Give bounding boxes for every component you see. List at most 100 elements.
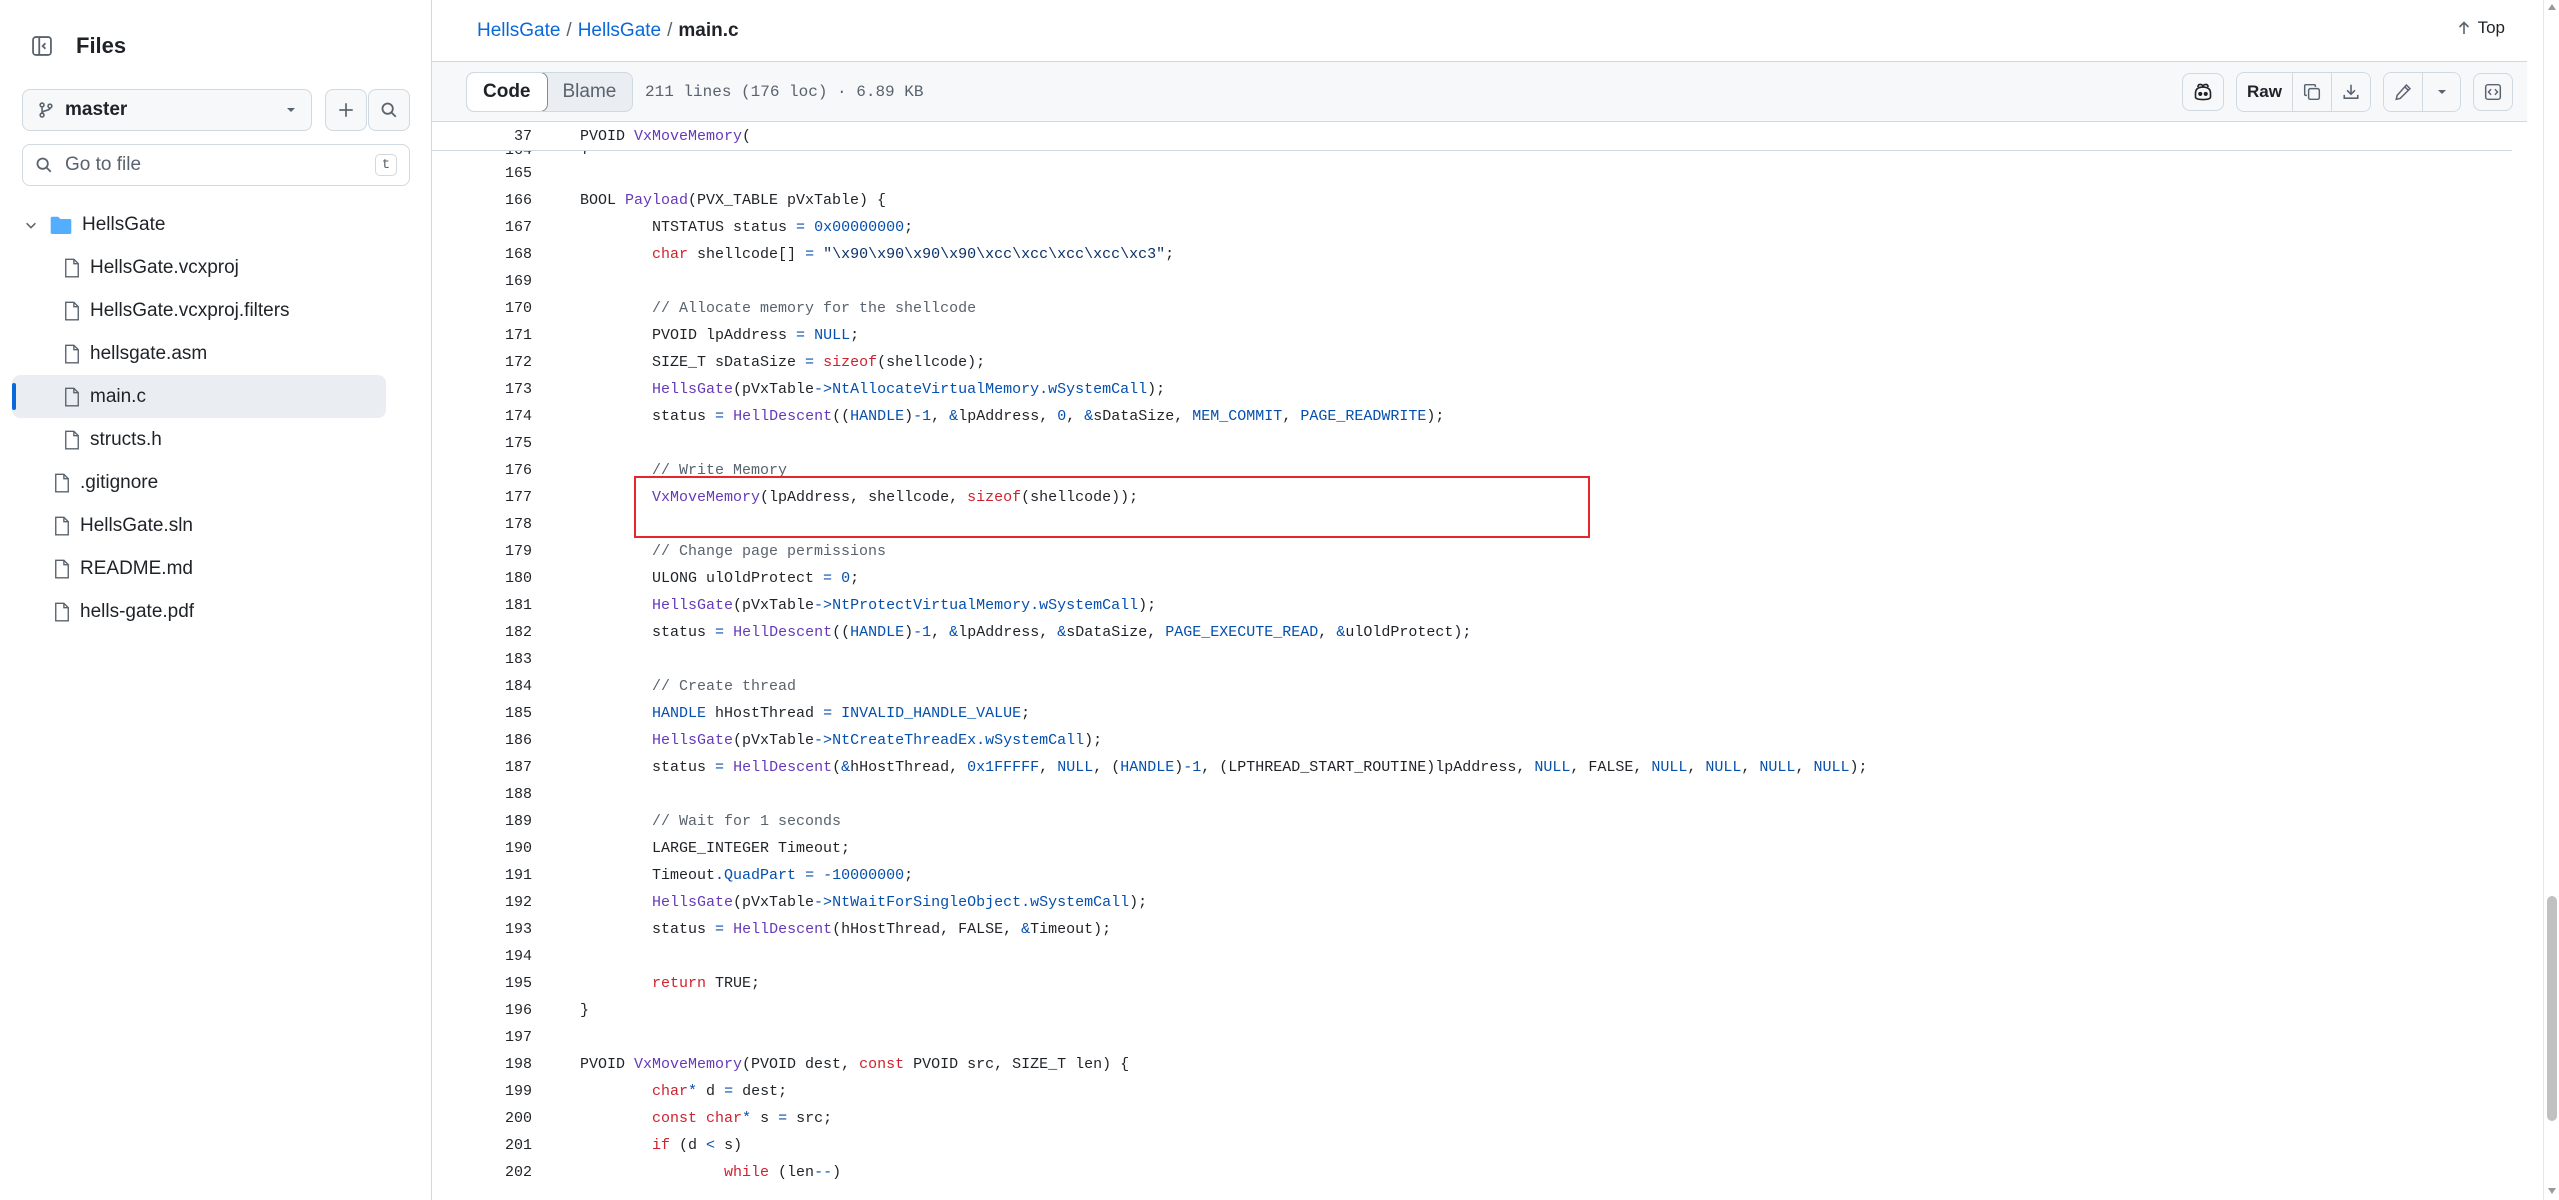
code-line: 180 ULONG ulOldProtect = 0; bbox=[432, 565, 2512, 592]
tree-item-file[interactable]: HellsGate.sln bbox=[0, 504, 432, 547]
line-number[interactable]: 170 bbox=[432, 300, 532, 317]
code-line: 175 bbox=[432, 430, 2512, 457]
add-file-button[interactable] bbox=[325, 89, 367, 131]
tree-item-label: HellsGate.sln bbox=[80, 514, 193, 536]
code-line: 176 // Write Memory bbox=[432, 457, 2512, 484]
line-number[interactable]: 175 bbox=[432, 435, 532, 452]
tree-item-file[interactable]: .gitignore bbox=[0, 461, 432, 504]
scroll-down-arrow-icon[interactable] bbox=[2548, 1188, 2556, 1194]
line-number[interactable]: 178 bbox=[432, 516, 532, 533]
line-number[interactable]: 189 bbox=[432, 813, 532, 830]
line-number[interactable]: 194 bbox=[432, 948, 532, 965]
line-number[interactable]: 174 bbox=[432, 408, 532, 425]
code-line: 191 Timeout.QuadPart = -10000000; bbox=[432, 862, 2512, 889]
line-number[interactable]: 195 bbox=[432, 975, 532, 992]
tree-item-label: README.md bbox=[80, 557, 193, 579]
line-number[interactable]: 168 bbox=[432, 246, 532, 263]
line-number[interactable]: 197 bbox=[432, 1029, 532, 1046]
tree-item-label: hellsgate.asm bbox=[90, 342, 208, 364]
line-number[interactable]: 200 bbox=[432, 1110, 532, 1127]
line-number[interactable]: 172 bbox=[432, 354, 532, 371]
file-toolbar: Code Blame 211 lines (176 loc) · 6.89 KB… bbox=[432, 62, 2527, 122]
line-number[interactable]: 185 bbox=[432, 705, 532, 722]
code-text: LARGE_INTEGER Timeout; bbox=[580, 840, 851, 857]
line-number[interactable]: 186 bbox=[432, 732, 532, 749]
line-number[interactable]: 171 bbox=[432, 327, 532, 344]
tree-item-file[interactable]: HellsGate.vcxproj.filters bbox=[0, 289, 432, 332]
selected-row-indicator bbox=[12, 383, 16, 410]
line-number[interactable]: 187 bbox=[432, 759, 532, 776]
git-branch-icon bbox=[39, 102, 53, 118]
symbols-panel-button[interactable] bbox=[2473, 73, 2513, 111]
code-line: 188 bbox=[432, 781, 2512, 808]
code-line: 193 status = HellDescent(hHostThread, FA… bbox=[432, 916, 2512, 943]
line-number[interactable]: 179 bbox=[432, 543, 532, 560]
tree-item-file[interactable]: structs.h bbox=[0, 418, 432, 461]
line-number[interactable]: 192 bbox=[432, 894, 532, 911]
breadcrumb-folder-link[interactable]: HellsGate bbox=[578, 20, 661, 42]
go-to-file-input[interactable]: Go to file t bbox=[22, 144, 410, 186]
scrollbar-thumb[interactable] bbox=[2547, 896, 2557, 1121]
code-line: 165 bbox=[432, 160, 2512, 187]
line-number[interactable]: 196 bbox=[432, 1002, 532, 1019]
tree-item-file[interactable]: README.md bbox=[0, 547, 432, 590]
search-files-button[interactable] bbox=[368, 89, 410, 131]
line-number[interactable]: 201 bbox=[432, 1137, 532, 1154]
download-icon bbox=[2343, 84, 2359, 99]
breadcrumb-separator: / bbox=[566, 19, 572, 41]
line-number[interactable]: 37 bbox=[432, 128, 532, 145]
line-number[interactable]: 199 bbox=[432, 1083, 532, 1100]
line-number[interactable]: 177 bbox=[432, 489, 532, 506]
tree-item-hellsgate-folder[interactable]: HellsGate bbox=[0, 203, 432, 246]
tree-item-file[interactable]: hellsgate.asm bbox=[0, 332, 432, 375]
code-text: // Change page permissions bbox=[652, 543, 887, 560]
copilot-button[interactable] bbox=[2182, 73, 2225, 111]
tree-item-file-selected[interactable]: main.c bbox=[0, 375, 432, 418]
line-number[interactable]: 182 bbox=[432, 624, 532, 641]
line-number[interactable]: 167 bbox=[432, 219, 532, 236]
page-scrollbar[interactable] bbox=[2543, 0, 2559, 1200]
code-text: PVOID lpAddress = NULL; bbox=[580, 327, 860, 344]
tree-item-file[interactable]: HellsGate.vcxproj bbox=[0, 246, 432, 289]
edit-file-button[interactable] bbox=[2384, 73, 2422, 111]
line-number[interactable]: 165 bbox=[432, 165, 532, 182]
caret-down-icon bbox=[287, 108, 295, 112]
line-number[interactable]: 190 bbox=[432, 840, 532, 857]
line-number[interactable]: 181 bbox=[432, 597, 532, 614]
line-number[interactable]: 198 bbox=[432, 1056, 532, 1073]
line-number[interactable]: 191 bbox=[432, 867, 532, 884]
scroll-up-arrow-icon[interactable] bbox=[2548, 4, 2556, 10]
search-icon bbox=[36, 157, 52, 173]
line-number[interactable]: 193 bbox=[432, 921, 532, 938]
edit-options-button[interactable] bbox=[2422, 73, 2460, 111]
code-text: status = HellDescent((HANDLE)-1, &lpAddr… bbox=[580, 624, 1472, 641]
raw-button[interactable]: Raw bbox=[2237, 73, 2292, 111]
line-number[interactable]: 173 bbox=[432, 381, 532, 398]
line-number[interactable]: 169 bbox=[432, 273, 532, 290]
line-number[interactable]: 180 bbox=[432, 570, 532, 587]
scroll-to-top-button[interactable]: Top bbox=[2456, 18, 2505, 38]
breadcrumb-repo-link[interactable]: HellsGate bbox=[477, 20, 560, 42]
branch-selector[interactable]: master bbox=[22, 89, 312, 131]
line-number[interactable]: 176 bbox=[432, 462, 532, 479]
tab-blame[interactable]: Blame bbox=[547, 73, 633, 111]
code-line: 197 bbox=[432, 1024, 2512, 1051]
collapse-sidebar-button[interactable] bbox=[22, 26, 62, 66]
tab-code[interactable]: Code bbox=[467, 73, 548, 111]
copy-raw-button[interactable] bbox=[2292, 73, 2331, 111]
top-label: Top bbox=[2477, 18, 2505, 37]
code-line: 171 PVOID lpAddress = NULL; bbox=[432, 322, 2512, 349]
line-number[interactable]: 202 bbox=[432, 1164, 532, 1181]
line-number[interactable]: 166 bbox=[432, 192, 532, 209]
pencil-icon bbox=[2395, 83, 2412, 101]
sticky-header-line: 37 PVOID VxMoveMemory( bbox=[432, 123, 2512, 151]
code-line: 185 HANDLE hHostThread = INVALID_HANDLE_… bbox=[432, 700, 2512, 727]
line-number[interactable]: 183 bbox=[432, 651, 532, 668]
folder-icon bbox=[50, 216, 72, 234]
shortcut-key: t bbox=[375, 154, 397, 176]
code-text: while (len--) bbox=[724, 1164, 842, 1181]
tree-item-file[interactable]: hells-gate.pdf bbox=[0, 590, 432, 633]
line-number[interactable]: 184 bbox=[432, 678, 532, 695]
download-button[interactable] bbox=[2331, 73, 2370, 111]
line-number[interactable]: 188 bbox=[432, 786, 532, 803]
